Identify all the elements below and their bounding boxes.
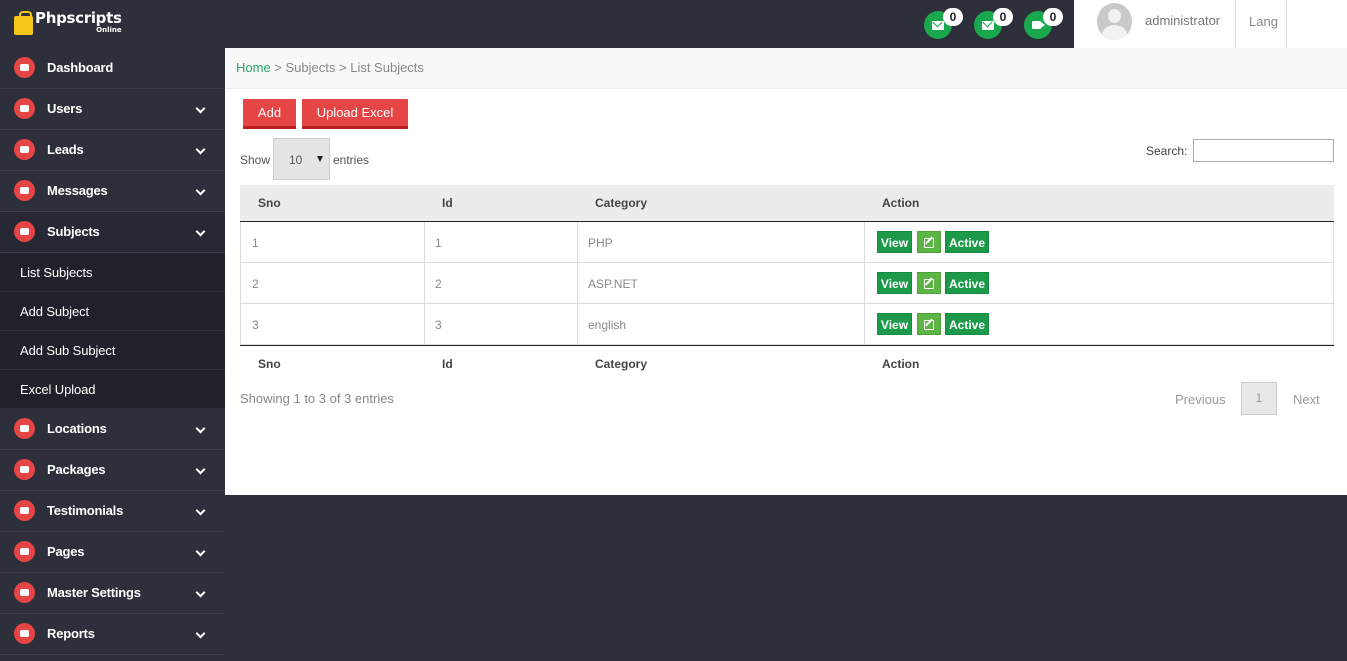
chevron-down-icon (195, 505, 206, 516)
table-row: 2 2 ASP.NET View Active (240, 263, 1334, 304)
quote-icon (14, 500, 35, 521)
table-header: Sno Id Category Action (240, 185, 1334, 222)
search-input[interactable] (1193, 139, 1334, 162)
user-icon (14, 98, 35, 119)
pagination-page-1[interactable]: 1 (1241, 382, 1277, 415)
active-button[interactable]: Active (945, 231, 989, 253)
copy-icon (14, 221, 35, 242)
notification-count: 0 (1043, 8, 1063, 26)
active-button[interactable]: Active (945, 313, 989, 335)
view-button[interactable]: View (877, 272, 912, 294)
notification-count: 0 (943, 8, 963, 26)
username: administrator (1145, 13, 1221, 28)
cloud-icon (14, 57, 35, 78)
mail-icon (932, 20, 944, 30)
sidebar-item-locations[interactable]: Locations (0, 409, 225, 450)
edit-button[interactable] (917, 272, 941, 294)
sidebar-item-master-settings[interactable]: Master Settings (0, 573, 225, 614)
table-info: Showing 1 to 3 of 3 entries (240, 391, 394, 406)
column-header-action[interactable]: Action (882, 196, 919, 210)
sidebar-item-users[interactable]: Users (0, 89, 225, 130)
column-header-category[interactable]: Category (595, 196, 647, 210)
logo[interactable]: Phpscripts Online (14, 11, 122, 35)
sidebar-subitem-add-sub-subject[interactable]: Add Sub Subject (0, 331, 225, 370)
edit-icon (924, 320, 934, 330)
sidebar-item-messages[interactable]: Messages (0, 171, 225, 212)
active-button[interactable]: Active (945, 272, 989, 294)
chevron-down-icon (195, 103, 206, 114)
pagination-previous[interactable]: Previous (1175, 392, 1226, 407)
sidebar-item-pages[interactable]: Pages (0, 532, 225, 573)
sidebar-subitem-excel-upload[interactable]: Excel Upload (0, 370, 225, 409)
sidebar: Dashboard Users Leads Messages Subjects … (0, 48, 225, 661)
sidebar-item-packages[interactable]: Packages (0, 450, 225, 491)
user-menu[interactable]: administrator (1074, 0, 1235, 48)
chevron-down-icon (195, 144, 206, 155)
sidebar-item-reports[interactable]: Reports (0, 614, 225, 655)
edit-icon (924, 279, 934, 289)
table-row: 3 3 english View Active (240, 304, 1334, 345)
avatar (1097, 3, 1132, 40)
column-footer-id: Id (442, 357, 453, 371)
table-row: 1 1 PHP View Active (240, 222, 1334, 263)
chevron-down-icon (195, 423, 206, 434)
sidebar-item-subjects[interactable]: Subjects (0, 212, 225, 253)
search-label: Search: (1146, 144, 1188, 158)
list-icon (14, 623, 35, 644)
sidebar-item-leads[interactable]: Leads (0, 130, 225, 171)
chevron-down-icon (195, 464, 206, 475)
edit-icon (924, 238, 934, 248)
shopping-bag-icon (14, 11, 33, 35)
messages-notification[interactable]: 0 (924, 8, 963, 39)
pagination-next[interactable]: Next (1293, 392, 1320, 407)
edit-button[interactable] (917, 313, 941, 335)
breadcrumb-current: List Subjects (350, 60, 424, 75)
breadcrumb-section[interactable]: Subjects (286, 60, 336, 75)
sidebar-item-testimonials[interactable]: Testimonials (0, 491, 225, 532)
column-footer-sno: Sno (258, 357, 281, 371)
dropbox-icon (14, 459, 35, 480)
breadcrumb-home[interactable]: Home (236, 60, 271, 75)
sidebar-item-dashboard[interactable]: Dashboard (0, 48, 225, 89)
column-header-id[interactable]: Id (442, 196, 453, 210)
column-footer-category: Category (595, 357, 648, 371)
column-header-sno[interactable]: Sno (258, 196, 281, 210)
chevron-down-icon (195, 185, 206, 196)
view-button[interactable]: View (877, 231, 912, 253)
chat-icon (14, 180, 35, 201)
entries-label: entries (333, 153, 370, 167)
video-icon (1032, 21, 1045, 29)
edit-button[interactable] (917, 231, 941, 253)
show-label: Show (240, 153, 271, 167)
sidebar-subitem-add-subject[interactable]: Add Subject (0, 292, 225, 331)
location-arrow-icon (14, 418, 35, 439)
chevron-down-icon (195, 226, 206, 237)
breadcrumb: Home > Subjects > List Subjects (225, 48, 1347, 89)
column-footer-action: Action (882, 357, 920, 371)
brand-sub: Online (96, 26, 122, 34)
main-content: Home > Subjects > List Subjects Add Uplo… (225, 48, 1347, 495)
sidebar-subitem-list-subjects[interactable]: List Subjects (0, 253, 225, 292)
entries-select[interactable]: 10 (273, 138, 330, 180)
video-icon (14, 139, 35, 160)
chevron-down-icon (195, 546, 206, 557)
caret-down-icon (317, 156, 323, 162)
video-notification[interactable]: 0 (1024, 8, 1063, 39)
upload-excel-button[interactable]: Upload Excel (302, 99, 408, 129)
cogs-icon (14, 582, 35, 603)
lang-label: Lang (1249, 14, 1278, 29)
sitemap-icon (14, 541, 35, 562)
view-button[interactable]: View (877, 313, 912, 335)
notification-count: 0 (993, 8, 1013, 26)
mail-notification[interactable]: 0 (974, 8, 1013, 39)
mail-icon (982, 20, 994, 30)
top-bar: Phpscripts Online 0 0 0 administrator La… (0, 0, 1347, 48)
chevron-down-icon (195, 628, 206, 639)
brand-name: Phpscripts (35, 9, 122, 27)
add-button[interactable]: Add (243, 99, 296, 129)
language-selector[interactable]: Lang (1235, 0, 1287, 48)
table-footer: Sno Id Category Action (240, 345, 1334, 383)
chevron-down-icon (195, 587, 206, 598)
